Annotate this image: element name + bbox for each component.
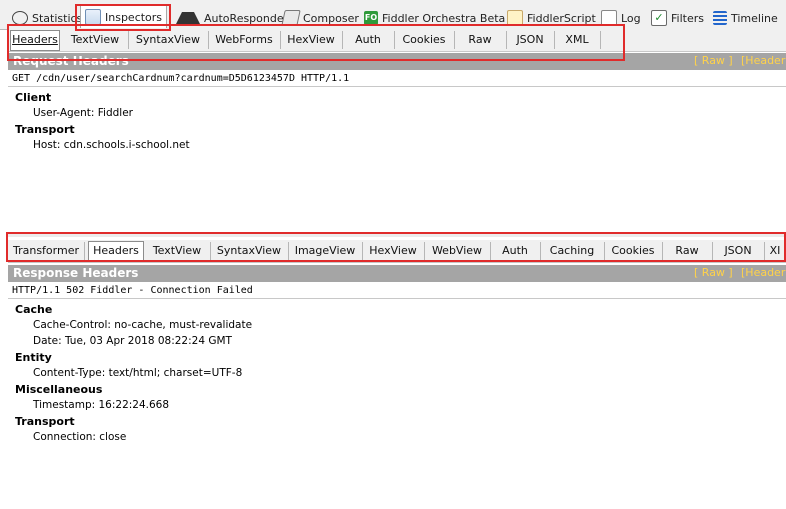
response-headers-title: Response Headers	[13, 266, 139, 280]
tab-statistics[interactable]: Statistics	[12, 8, 82, 28]
response-group-transport[interactable]: Transport	[15, 415, 75, 428]
inspector-icon	[85, 9, 101, 25]
tab-log[interactable]: Log	[601, 8, 641, 28]
timeline-icon	[713, 11, 727, 25]
request-tab-textview[interactable]: TextView	[62, 31, 129, 49]
request-view-tabs: Headers TextView SyntaxView WebForms Hex…	[8, 29, 786, 52]
pencil-icon	[281, 10, 301, 26]
response-tab-json[interactable]: JSON	[712, 242, 765, 260]
tab-label: Filters	[671, 11, 704, 25]
checkbox-icon: ✓	[651, 10, 667, 26]
tab-label: Log	[621, 11, 641, 25]
response-tab-webview[interactable]: WebView	[424, 242, 491, 260]
response-tab-transformer[interactable]: Transformer	[8, 242, 85, 260]
response-status-line: HTTP/1.1 502 Fiddler - Connection Failed	[8, 282, 786, 299]
request-line: GET /cdn/user/searchCardnum?cardnum=D5D6…	[8, 70, 786, 87]
response-tab-imageview[interactable]: ImageView	[288, 242, 363, 260]
response-header-date[interactable]: Date: Tue, 03 Apr 2018 08:22:24 GMT	[33, 335, 232, 347]
log-icon	[601, 10, 617, 26]
response-tab-hexview[interactable]: HexView	[362, 242, 425, 260]
stopwatch-icon	[12, 11, 28, 25]
response-group-cache[interactable]: Cache	[15, 303, 52, 316]
response-header-definitions-link[interactable]: [Header	[741, 266, 785, 279]
request-tab-raw[interactable]: Raw	[454, 31, 507, 49]
tab-label: Composer	[303, 11, 359, 25]
request-tab-syntaxview[interactable]: SyntaxView	[128, 31, 209, 49]
request-group-client[interactable]: Client	[15, 91, 51, 104]
tab-inspectors[interactable]: Inspectors	[80, 5, 168, 28]
request-tab-cookies[interactable]: Cookies	[394, 31, 455, 49]
request-raw-link[interactable]: [ Raw ]	[694, 54, 733, 67]
response-header-connection[interactable]: Connection: close	[33, 431, 126, 443]
tab-label: Inspectors	[105, 10, 163, 24]
response-raw-link[interactable]: [ Raw ]	[694, 266, 733, 279]
request-tab-auth[interactable]: Auth	[342, 31, 395, 49]
response-tab-headers[interactable]: Headers	[88, 241, 144, 262]
request-header-definitions-link[interactable]: [Header	[741, 54, 785, 67]
response-group-miscellaneous[interactable]: Miscellaneous	[15, 383, 102, 396]
tab-timeline[interactable]: Timeline	[713, 8, 778, 28]
response-tab-xml[interactable]: XI	[764, 242, 786, 260]
tab-label: Statistics	[32, 11, 83, 25]
request-tab-headers[interactable]: Headers	[10, 30, 60, 51]
tab-filters[interactable]: ✓ Filters	[651, 8, 704, 28]
orchestra-icon: FO	[364, 11, 378, 25]
request-headers-bar: Request Headers [ Raw ] [Header	[8, 53, 786, 70]
response-group-entity[interactable]: Entity	[15, 351, 52, 364]
tab-fiddler-orchestra[interactable]: FO Fiddler Orchestra Beta	[364, 8, 505, 28]
response-tab-raw[interactable]: Raw	[662, 242, 713, 260]
request-header-user-agent[interactable]: User-Agent: Fiddler	[33, 107, 133, 119]
lightning-icon	[176, 12, 200, 24]
request-tab-json[interactable]: JSON	[506, 31, 555, 49]
tab-fiddlerscript[interactable]: FiddlerScript	[507, 8, 596, 28]
response-tab-textview[interactable]: TextView	[144, 242, 211, 260]
inspector-tab-strip: Statistics Inspectors AutoResponder Comp…	[0, 0, 786, 30]
panel-splitter[interactable]	[8, 234, 786, 237]
tab-composer[interactable]: Composer	[281, 8, 359, 28]
response-headers-bar: Response Headers [ Raw ] [Header	[8, 265, 786, 282]
request-header-host[interactable]: Host: cdn.schools.i-school.net	[33, 139, 190, 151]
request-tab-xml[interactable]: XML	[554, 31, 601, 49]
response-header-timestamp[interactable]: Timestamp: 16:22:24.668	[33, 399, 169, 411]
response-view-tabs: Transformer Headers TextView SyntaxView …	[8, 240, 786, 263]
request-group-transport[interactable]: Transport	[15, 123, 75, 136]
response-tab-caching[interactable]: Caching	[540, 242, 605, 260]
request-headers-title: Request Headers	[13, 54, 129, 68]
tab-label: Timeline	[731, 11, 778, 25]
response-tab-auth[interactable]: Auth	[490, 242, 541, 260]
response-header-content-type[interactable]: Content-Type: text/html; charset=UTF-8	[33, 367, 242, 379]
tab-label: FiddlerScript	[527, 11, 596, 25]
tab-autoresponder[interactable]: AutoResponder	[176, 8, 288, 28]
script-icon	[507, 10, 523, 26]
request-tab-hexview[interactable]: HexView	[280, 31, 343, 49]
response-header-cache-control[interactable]: Cache-Control: no-cache, must-revalidate	[33, 319, 252, 331]
tab-label: Fiddler Orchestra Beta	[382, 11, 506, 25]
response-tab-cookies[interactable]: Cookies	[604, 242, 663, 260]
request-tab-webforms[interactable]: WebForms	[208, 31, 281, 49]
response-tab-syntaxview[interactable]: SyntaxView	[210, 242, 289, 260]
tab-label: AutoResponder	[204, 11, 289, 25]
